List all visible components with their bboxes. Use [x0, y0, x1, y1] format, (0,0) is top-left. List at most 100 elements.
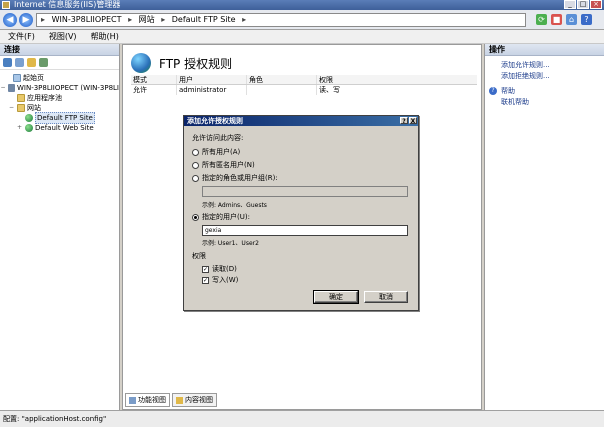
table-row[interactable]: 允许 administrator 读、写 — [131, 85, 477, 95]
add-deny-rule-link[interactable]: 添加拒绝规则... — [489, 71, 604, 82]
column-header-users[interactable]: 用户 — [177, 75, 247, 84]
write-label: 写入(W) — [212, 276, 239, 284]
address-tools: ⟳ ■ ⌂ ? — [536, 14, 592, 25]
help-link[interactable]: ? 帮助 — [489, 86, 604, 97]
grid-header: 模式 用户 角色 权限 — [131, 75, 477, 85]
content-view-icon — [176, 396, 183, 404]
permissions-heading: 权限 — [192, 251, 206, 261]
collapse-icon[interactable]: − — [8, 103, 15, 113]
globe-icon — [25, 124, 33, 132]
address-path[interactable]: ▸ WIN-3P8LIIOPECT ▸ 网站 ▸ Default FTP Sit… — [36, 13, 526, 27]
tree-item-app-pools[interactable]: 应用程序池 — [0, 93, 119, 103]
view-switcher: 功能视图 内容视图 — [125, 393, 217, 407]
option-specified-users[interactable]: 指定的用户(U): — [192, 212, 250, 222]
specified-users-input[interactable]: gexia — [202, 225, 408, 236]
path-chevron-icon: ▸ — [242, 15, 247, 24]
stop-icon[interactable]: ■ — [551, 14, 562, 25]
path-chevron-icon: ▸ — [161, 15, 166, 24]
close-window-button[interactable]: × — [590, 0, 602, 9]
cell-mode: 允许 — [131, 85, 177, 95]
path-segment-server[interactable]: WIN-3P8LIIOPECT — [52, 15, 122, 24]
tab-features-view[interactable]: 功能视图 — [125, 393, 170, 407]
address-bar: ◀ ▶ ▸ WIN-3P8LIIOPECT ▸ 网站 ▸ Default FTP… — [0, 10, 604, 30]
rules-grid: 模式 用户 角色 权限 允许 administrator 读、写 — [131, 75, 477, 95]
help-link-label: 帮助 — [501, 87, 515, 95]
option-roles-groups[interactable]: 指定的角色或用户组(R): — [192, 173, 278, 183]
read-checkbox[interactable]: ✓ — [202, 265, 209, 273]
home-nav-icon[interactable]: ⌂ — [566, 14, 577, 25]
help-icon: ? — [489, 87, 497, 95]
permissions-label: 权限 — [192, 252, 206, 260]
dialog-controls: ? X — [400, 117, 417, 125]
tree-item-label: 应用程序池 — [27, 94, 62, 102]
roles-example: 示例: Admins、Guests — [202, 202, 267, 209]
connections-header: 连接 — [0, 44, 119, 56]
refresh-icon[interactable]: ⟳ — [536, 14, 547, 25]
globe-icon — [25, 114, 33, 122]
all-users-label: 所有用户(A) — [202, 148, 241, 156]
ftp-globe-icon — [131, 53, 151, 73]
menu-file[interactable]: 文件(F) — [8, 30, 35, 43]
tab-content-view[interactable]: 内容视图 — [172, 393, 217, 407]
all-users-radio[interactable] — [192, 148, 199, 156]
forward-arrow-icon[interactable]: ▶ — [19, 13, 33, 27]
minimize-button[interactable]: _ — [564, 0, 576, 9]
collapse-icon[interactable]: − — [0, 83, 6, 93]
path-chevron-icon: ▸ — [128, 15, 133, 24]
help-dropdown-icon[interactable]: ? — [581, 14, 592, 25]
dialog-close-button[interactable]: X — [409, 117, 417, 125]
tab-label: 内容视图 — [185, 396, 213, 404]
option-all-users[interactable]: 所有用户(A) — [192, 147, 240, 157]
permission-read[interactable]: ✓ 读取(D) — [202, 264, 237, 274]
users-example: 示例: User1、User2 — [202, 240, 259, 247]
column-header-mode[interactable]: 模式 — [131, 75, 177, 84]
save-icon[interactable] — [15, 58, 24, 67]
folder-icon — [17, 94, 25, 102]
ok-button[interactable]: 确定 — [313, 290, 359, 304]
anonymous-users-radio[interactable] — [192, 161, 199, 169]
roles-groups-label: 指定的角色或用户组(R): — [202, 174, 278, 182]
option-anonymous-users[interactable]: 所有匿名用户(N) — [192, 160, 255, 170]
menu-bar: 文件(F) 视图(V) 帮助(H) — [0, 30, 604, 44]
online-help-link[interactable]: 联机帮助 — [489, 97, 604, 108]
specified-users-radio[interactable] — [192, 213, 199, 221]
roles-groups-radio[interactable] — [192, 174, 199, 182]
tab-label: 功能视图 — [138, 396, 166, 404]
column-header-permissions[interactable]: 权限 — [317, 75, 367, 84]
features-view-icon — [129, 396, 136, 404]
cancel-button[interactable]: 取消 — [364, 291, 408, 303]
disconnect-icon[interactable] — [39, 58, 48, 67]
tree-item-default-ftp-site[interactable]: Default FTP Site — [0, 112, 119, 124]
access-prompt-label: 允许访问此内容: — [192, 134, 244, 142]
cell-users: administrator — [177, 85, 247, 95]
back-arrow-icon[interactable]: ◀ — [3, 13, 17, 27]
tree-item-default-web-site[interactable]: + Default Web Site — [0, 123, 119, 133]
specified-users-label: 指定的用户(U): — [202, 213, 250, 221]
actions-header: 操作 — [485, 44, 604, 56]
maximize-button[interactable]: □ — [577, 0, 589, 9]
window-controls: _ □ × — [564, 0, 602, 9]
tree-item-start-page[interactable]: 起始页 — [0, 73, 119, 83]
menu-view[interactable]: 视图(V) — [49, 30, 77, 43]
connect-icon[interactable] — [3, 58, 12, 67]
expand-icon[interactable]: + — [16, 123, 23, 133]
roles-groups-input[interactable] — [202, 186, 408, 197]
write-checkbox[interactable]: ✓ — [202, 276, 209, 284]
up-folder-icon[interactable] — [27, 58, 36, 67]
menu-help[interactable]: 帮助(H) — [91, 30, 119, 43]
add-allow-rule-link[interactable]: 添加允许规则... — [489, 60, 604, 71]
window-title: Internet 信息服务(IIS)管理器 — [14, 0, 121, 9]
permission-write[interactable]: ✓ 写入(W) — [202, 275, 238, 285]
dialog-help-button[interactable]: ? — [400, 117, 408, 125]
tree-item-server[interactable]: − WIN-3P8LIIOPECT (WIN-3P8LI — [0, 83, 119, 93]
path-segment-sites[interactable]: 网站 — [139, 15, 155, 24]
read-label: 读取(D) — [212, 265, 237, 273]
anonymous-users-label: 所有匿名用户(N) — [202, 161, 255, 169]
connections-toolbar — [0, 56, 119, 70]
dialog-title: 添加允许授权规则 — [187, 117, 243, 125]
tree-item-label: Default Web Site — [35, 124, 94, 132]
path-segment-ftp-site[interactable]: Default FTP Site — [172, 15, 236, 24]
cell-permissions: 读、写 — [319, 86, 340, 94]
column-header-roles[interactable]: 角色 — [247, 75, 317, 84]
page-header: FTP 授权规则 — [131, 51, 232, 75]
